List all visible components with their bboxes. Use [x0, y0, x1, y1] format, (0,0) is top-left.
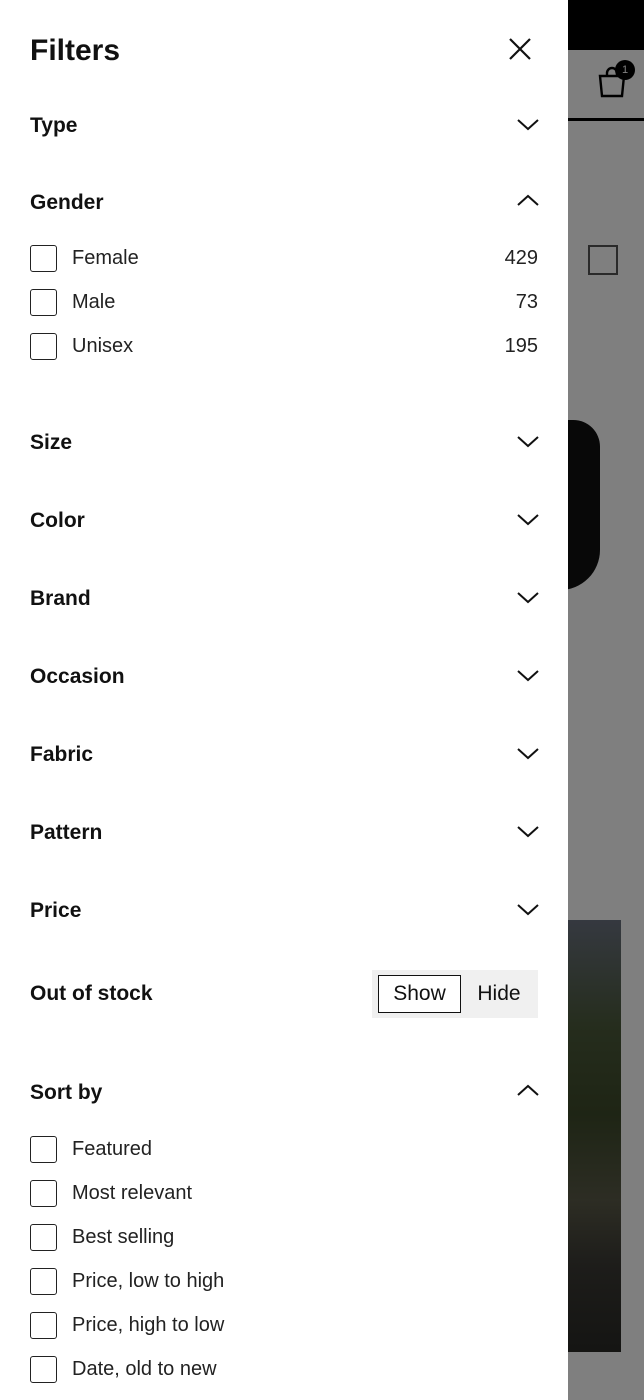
gender-option-unisex[interactable]: Unisex 195: [30, 333, 538, 363]
sort-option-price-high-low[interactable]: Price, high to low: [30, 1312, 538, 1342]
sort-option-price-low-high[interactable]: Price, low to high: [30, 1268, 538, 1298]
option-label: Price, low to high: [72, 1270, 225, 1292]
out-of-stock-row: Out of stock Show Hide: [30, 970, 538, 1018]
checkbox[interactable]: [30, 245, 57, 272]
option-label: Best selling: [72, 1226, 175, 1248]
out-of-stock-label: Out of stock: [30, 982, 153, 1005]
chevron-down-icon: [517, 670, 539, 682]
sort-option-best-selling[interactable]: Best selling: [30, 1224, 538, 1254]
section-label: Brand: [30, 587, 91, 610]
chevron-down-icon: [517, 514, 539, 526]
checkbox[interactable]: [30, 1356, 57, 1383]
checkbox[interactable]: [30, 1268, 57, 1295]
option-count: 73: [515, 291, 538, 313]
checkbox[interactable]: [30, 1136, 57, 1163]
chevron-up-icon: [517, 1084, 539, 1096]
option-label: Price, high to low: [72, 1314, 225, 1336]
checkbox[interactable]: [30, 1312, 57, 1339]
filters-panel: Filters Type Gender Female 429 Male 73 U…: [0, 0, 568, 1400]
option-count: 195: [504, 335, 538, 357]
filter-section-type[interactable]: Type: [30, 106, 540, 146]
gender-option-female[interactable]: Female 429: [30, 245, 538, 275]
section-label: Sort by: [30, 1081, 103, 1104]
sort-option-date-old-new[interactable]: Date, old to new: [30, 1356, 538, 1386]
chevron-down-icon: [517, 592, 539, 604]
checkbox[interactable]: [30, 289, 57, 316]
filter-section-pattern[interactable]: Pattern: [30, 813, 540, 853]
option-label: Date, old to new: [72, 1358, 217, 1380]
close-icon[interactable]: [503, 32, 537, 66]
chevron-down-icon: [517, 748, 539, 760]
filter-section-size[interactable]: Size: [30, 423, 540, 463]
panel-title: Filters: [30, 34, 121, 67]
chevron-down-icon: [517, 436, 539, 448]
section-label: Type: [30, 114, 78, 137]
option-label: Featured: [72, 1138, 153, 1160]
option-label: Most relevant: [72, 1182, 193, 1204]
option-label: Male: [72, 291, 116, 313]
chevron-up-icon: [517, 194, 539, 206]
section-label: Size: [30, 431, 73, 454]
filter-section-fabric[interactable]: Fabric: [30, 735, 540, 775]
section-label: Pattern: [30, 821, 103, 844]
gender-option-male[interactable]: Male 73: [30, 289, 538, 319]
section-label: Fabric: [30, 743, 94, 766]
section-label: Gender: [30, 191, 104, 214]
checkbox[interactable]: [30, 333, 57, 360]
option-count: 429: [504, 247, 538, 269]
sort-option-most-relevant[interactable]: Most relevant: [30, 1180, 538, 1210]
filter-section-occasion[interactable]: Occasion: [30, 657, 540, 697]
chevron-down-icon: [517, 119, 539, 131]
filter-section-color[interactable]: Color: [30, 501, 540, 541]
out-of-stock-toggle: Show Hide: [372, 970, 538, 1018]
hide-button[interactable]: Hide: [464, 975, 534, 1013]
filter-section-price[interactable]: Price: [30, 891, 540, 931]
option-label: Female: [72, 247, 139, 269]
chevron-down-icon: [517, 826, 539, 838]
show-button[interactable]: Show: [378, 975, 461, 1013]
section-label: Color: [30, 509, 85, 532]
sort-by-section[interactable]: Sort by: [30, 1073, 540, 1113]
section-label: Price: [30, 899, 82, 922]
section-label: Occasion: [30, 665, 125, 688]
checkbox[interactable]: [30, 1224, 57, 1251]
sort-option-featured[interactable]: Featured: [30, 1136, 538, 1166]
checkbox[interactable]: [30, 1180, 57, 1207]
filter-section-brand[interactable]: Brand: [30, 579, 540, 619]
option-label: Unisex: [72, 335, 134, 357]
filter-section-gender[interactable]: Gender: [30, 183, 540, 223]
chevron-down-icon: [517, 904, 539, 916]
